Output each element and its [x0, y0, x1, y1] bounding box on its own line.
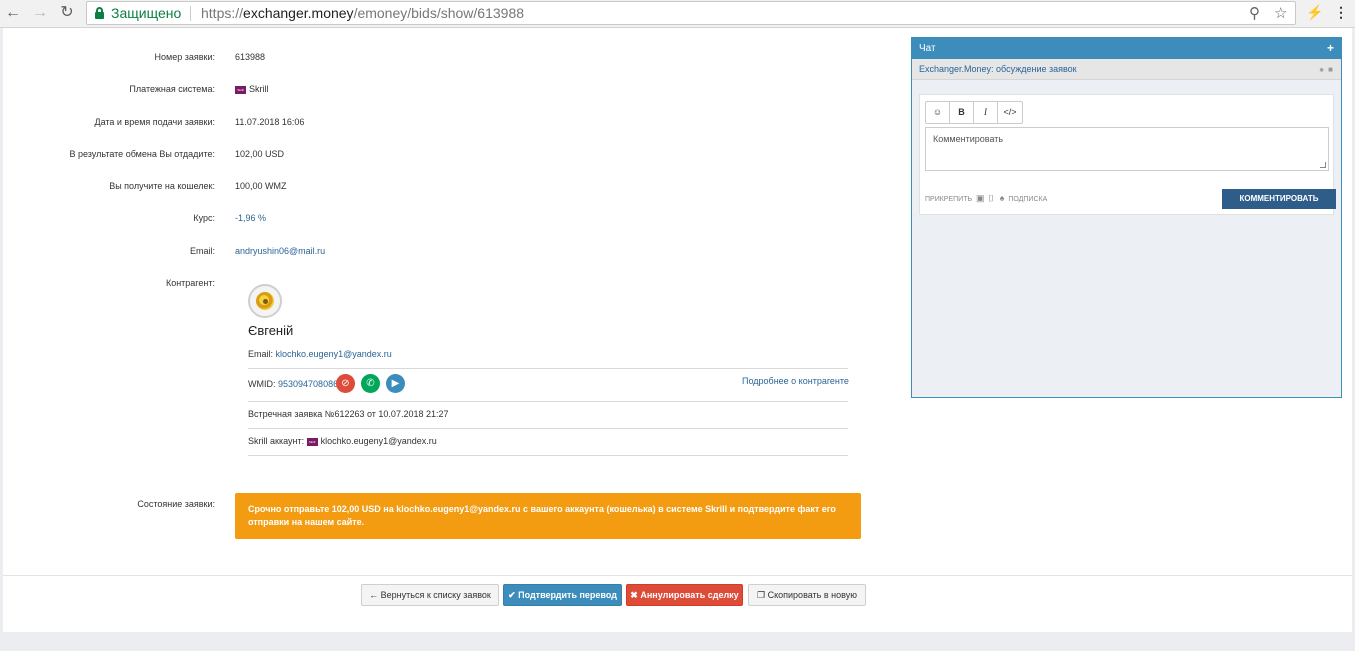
comment-input[interactable]: Комментировать [925, 127, 1329, 171]
bell-icon[interactable]: ♠ [1000, 193, 1005, 203]
comment-submit-button[interactable]: КОММЕНТИРОВАТЬ [1222, 189, 1336, 209]
divider [248, 428, 848, 429]
phone-icon[interactable]: ✆ [361, 374, 380, 393]
resize-handle-icon[interactable] [1320, 162, 1326, 168]
editor-footer: ПРИКРЕПИТЬ ▣ ⌷ ♠ ПОДПИСКА [925, 193, 1047, 204]
editor-toolbar: ☺ B I </> [925, 101, 1023, 124]
lock-icon [95, 7, 104, 19]
block-icon[interactable]: ⊘ [336, 374, 355, 393]
payment-system-label: Платежная система: [129, 84, 215, 94]
lock-icon[interactable]: ■ [1328, 65, 1333, 74]
receive-amount-label: Вы получите на кошелек: [109, 181, 215, 191]
chat-subheader-icons: ♠ ■ [1319, 59, 1333, 80]
bid-status-alert: Срочно отправьте 102,00 USD на klochko.e… [235, 493, 861, 539]
back-to-list-button[interactable]: ← Вернуться к списку заявок [361, 584, 499, 606]
bold-icon[interactable]: B [950, 102, 974, 123]
give-amount-label: В результате обмена Вы отдадите: [69, 149, 215, 159]
give-amount-value: 102,00 USD [235, 149, 285, 159]
counterparty-email: Email: klochko.eugeny1@yandex.ru [248, 349, 392, 359]
divider [248, 401, 848, 402]
counterparty-email-link[interactable]: klochko.eugeny1@yandex.ru [276, 349, 392, 359]
browser-menu-icon[interactable]: ⋮ [1334, 4, 1348, 21]
attach-label[interactable]: ПРИКРЕПИТЬ [925, 196, 972, 203]
bookmark-star-icon[interactable]: ☆ [1274, 4, 1287, 22]
skrill-logo-icon: Skrill [306, 437, 318, 446]
bid-datetime-value: 11.07.2018 16:06 [235, 117, 305, 127]
bid-number-value: 613988 [235, 52, 266, 62]
extension-bolt-icon[interactable]: ⚡ [1306, 4, 1323, 21]
bell-icon[interactable]: ♠ [1319, 65, 1323, 74]
wmid-link[interactable]: 953094708086 [278, 379, 338, 389]
emoji-icon[interactable]: ☺ [926, 102, 950, 123]
email-link[interactable]: andryushin06@mail.ru [235, 246, 325, 256]
arrow-left-icon: ← [369, 590, 379, 600]
address-bar[interactable]: Защищено https://exchanger.money/emoney/… [86, 1, 1296, 25]
bid-number-label: Номер заявки: [154, 52, 215, 62]
subscribe-label[interactable]: ПОДПИСКА [1008, 196, 1047, 203]
forward-arrow-icon[interactable]: → [30, 3, 50, 23]
comment-editor: ☺ B I </> Комментировать ПРИКРЕПИТЬ ▣ ⌷ … [919, 94, 1336, 215]
divider [248, 368, 848, 369]
browser-toolbar: ← → ↻ Защищено https://exchanger.money/e… [0, 0, 1355, 28]
page-bottom [0, 632, 1355, 651]
email-label: Email: [189, 246, 215, 256]
skrill-logo-icon: Skrill [235, 85, 246, 94]
chat-header: Чат + [912, 38, 1341, 59]
zoom-icon[interactable]: ⚲ [1249, 4, 1260, 22]
rate-label: Курс: [193, 213, 215, 223]
url-text[interactable]: https://exchanger.money/emoney/bids/show… [201, 5, 524, 21]
video-camera-icon[interactable]: ▶ [386, 374, 405, 393]
check-icon: ✔ [508, 590, 516, 600]
counterparty-avatar [248, 284, 282, 318]
cancel-deal-button[interactable]: ✖ Аннулировать сделку [626, 584, 743, 606]
bid-datetime-label: Дата и время подачи заявки: [94, 117, 215, 127]
divider [248, 455, 848, 456]
secure-label: Защищено [111, 5, 182, 21]
back-arrow-icon[interactable]: ← [3, 3, 23, 23]
chat-subtitle[interactable]: Exchanger.Money: обсуждение заявок [919, 64, 1077, 74]
paperclip-icon[interactable]: ⌷ [988, 193, 993, 203]
chat-panel: Чат + Exchanger.Money: обсуждение заявок… [911, 37, 1342, 398]
bid-status-label: Состояние заявки: [137, 499, 215, 509]
skrill-account: Skrill аккаунт: Skrill klochko.eugeny1@ya… [248, 436, 437, 446]
receive-amount-value: 100,00 WMZ [235, 181, 287, 191]
copy-icon: ❐ [757, 590, 766, 600]
chat-title: Чат [919, 43, 936, 54]
comment-placeholder: Комментировать [933, 134, 1004, 144]
copy-to-new-button[interactable]: ❐ Скопировать в новую [748, 584, 866, 606]
rate-value: -1,96 % [235, 213, 267, 223]
counterparty-details-link[interactable]: Подробнее о контрагенте [742, 376, 849, 386]
chat-subheader: Exchanger.Money: обсуждение заявок ♠ ■ [912, 59, 1341, 80]
payment-system-value: Skrill Skrill [235, 84, 269, 94]
counterparty-label: Контрагент: [165, 278, 215, 288]
code-icon[interactable]: </> [998, 102, 1022, 123]
plus-icon[interactable]: + [1327, 38, 1334, 59]
counterparty-wmid: WMID: 953094708086 [248, 379, 339, 389]
italic-icon[interactable]: I [974, 102, 998, 123]
address-divider [190, 6, 191, 21]
confirm-transfer-button[interactable]: ✔ Подтвердить перевод [503, 584, 622, 606]
reload-icon[interactable]: ↻ [57, 3, 77, 23]
image-icon[interactable]: ▣ [976, 193, 985, 203]
counter-bid-text: Встречная заявка №612263 от 10.07.2018 2… [248, 409, 449, 419]
x-icon: ✖ [630, 590, 638, 600]
counterparty-name: Євгеній [248, 323, 294, 338]
footer-divider [3, 575, 1352, 576]
